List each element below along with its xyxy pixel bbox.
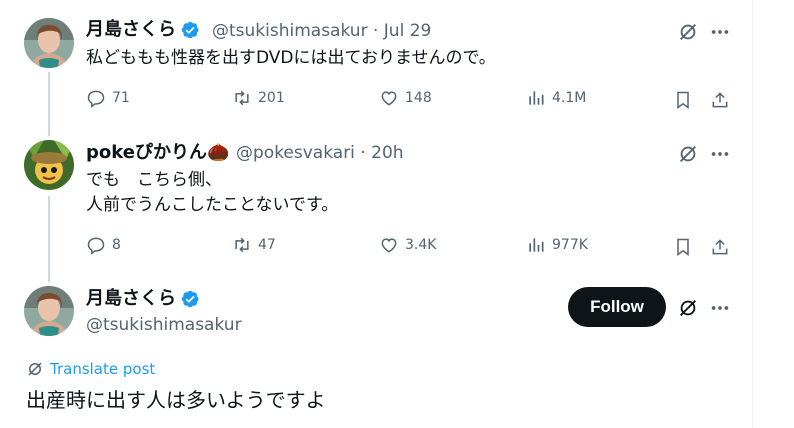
- meta-separator: ·: [360, 143, 366, 163]
- verified-badge-icon: [181, 290, 199, 308]
- tweet-text: 私どももも性器を出すDVDには出ておりませんので。: [86, 48, 496, 68]
- author-name[interactable]: 月島さくら: [86, 288, 200, 310]
- reply-count: 71: [112, 90, 130, 106]
- like-button[interactable]: 3.4K: [379, 235, 436, 255]
- author-handle[interactable]: @tsukishimasakur: [86, 314, 242, 336]
- reply-button[interactable]: 71: [86, 88, 130, 108]
- follow-button[interactable]: Follow: [568, 287, 666, 327]
- views-button[interactable]: 977K: [526, 235, 588, 255]
- author-name-text[interactable]: 月島さくら: [86, 19, 176, 41]
- tweet-time[interactable]: Jul 29: [384, 21, 432, 41]
- grok-icon[interactable]: [676, 142, 700, 166]
- tweet-text: でも こちら側、 人前でうんこしたことないです。: [86, 170, 339, 215]
- bookmark-icon[interactable]: [671, 235, 695, 259]
- reply-count: 8: [112, 237, 121, 253]
- translate-icon: [28, 362, 42, 376]
- grok-icon[interactable]: [676, 20, 700, 44]
- reply-icon: [87, 90, 105, 108]
- views-count: 4.1M: [552, 90, 587, 106]
- author-name-text[interactable]: 月島さくら: [86, 288, 176, 310]
- author-name[interactable]: 月島さくら: [86, 19, 200, 41]
- author-name[interactable]: pokeぴかりん🌰: [86, 142, 229, 164]
- reply-icon: [87, 237, 105, 255]
- views-button[interactable]: 4.1M: [526, 88, 586, 108]
- main-tweet-text: 出産時に出す人は多いようですよ: [26, 388, 326, 412]
- translate-post-link[interactable]: Translate post: [26, 360, 155, 378]
- retweet-button[interactable]: 201: [232, 88, 285, 108]
- views-icon: [529, 238, 544, 252]
- more-icon[interactable]: [708, 20, 732, 44]
- thread-connector: [48, 196, 50, 282]
- like-count: 3.4K: [405, 237, 437, 253]
- author-handle[interactable]: @pokesvakari: [236, 143, 355, 163]
- author-name-text[interactable]: pokeぴかりん🌰: [86, 142, 229, 164]
- retweet-count: 47: [258, 237, 276, 253]
- views-count: 977K: [552, 237, 588, 253]
- tweet-meta: @tsukishimasakur · Jul 29: [212, 20, 431, 42]
- author-handle[interactable]: @tsukishimasakur: [212, 21, 368, 41]
- retweet-button[interactable]: 47: [232, 235, 276, 255]
- retweet-count: 201: [258, 90, 285, 106]
- bookmark-icon[interactable]: [671, 88, 695, 112]
- like-button[interactable]: 148: [379, 88, 432, 108]
- tweet-time[interactable]: 20h: [371, 143, 403, 163]
- grok-icon[interactable]: [676, 296, 700, 320]
- verified-badge-icon: [181, 21, 199, 39]
- views-icon: [529, 91, 544, 105]
- retweet-icon: [235, 90, 249, 106]
- share-icon[interactable]: [708, 235, 732, 259]
- more-icon[interactable]: [708, 142, 732, 166]
- avatar[interactable]: [24, 140, 74, 190]
- like-count: 148: [405, 90, 432, 106]
- reply-button[interactable]: 8: [86, 235, 121, 255]
- avatar[interactable]: [24, 18, 74, 68]
- retweet-icon: [235, 237, 249, 253]
- like-icon: [381, 91, 397, 106]
- thread-connector: [48, 72, 50, 136]
- more-icon[interactable]: [708, 296, 732, 320]
- share-icon[interactable]: [708, 88, 732, 112]
- like-icon: [381, 238, 397, 253]
- avatar[interactable]: [24, 286, 74, 336]
- translate-label[interactable]: Translate post: [50, 360, 155, 378]
- meta-separator: ·: [372, 21, 379, 41]
- conversation-column: 月島さくら @tsukishimasakur · Jul 29 私どももも性器を…: [0, 0, 753, 428]
- tweet-meta: @pokesvakari · 20h: [236, 142, 404, 164]
